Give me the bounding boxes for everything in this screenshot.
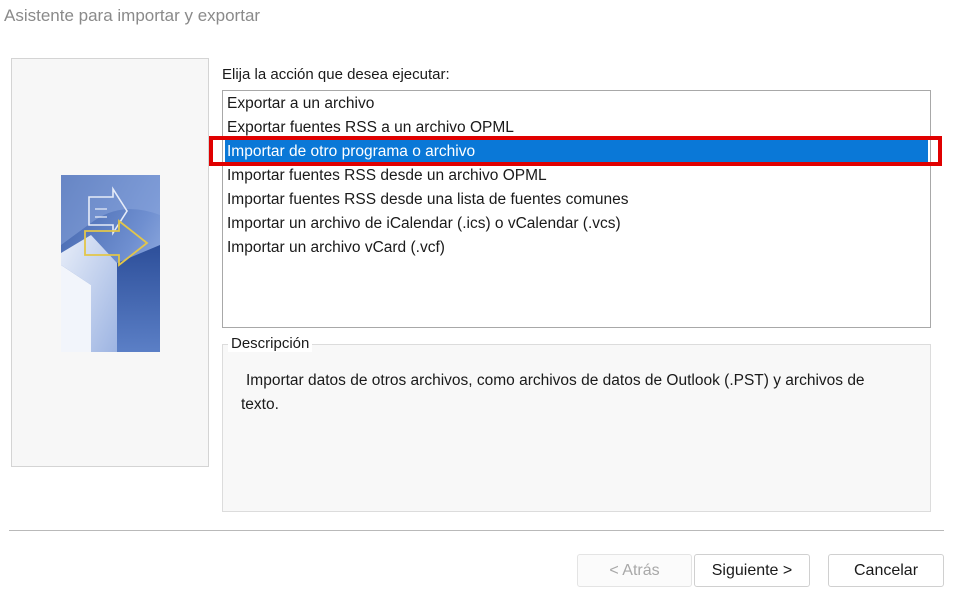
next-button[interactable]: Siguiente > xyxy=(694,554,810,587)
import-export-wizard-dialog: Asistente para importar y exportar Elija… xyxy=(0,0,954,593)
back-button[interactable]: < Atrás xyxy=(577,554,692,587)
action-listbox[interactable]: Exportar a un archivo Exportar fuentes R… xyxy=(222,90,931,328)
description-text: Importar datos de otros archivos, como a… xyxy=(241,372,865,413)
description-legend: Descripción xyxy=(228,335,313,352)
list-item-import-rss-common-list[interactable]: Importar fuentes RSS desde una lista de … xyxy=(225,188,928,211)
title-bar: Asistente para importar y exportar xyxy=(0,0,954,34)
list-item-import-vcard[interactable]: Importar un archivo vCard (.vcf) xyxy=(225,236,928,259)
list-item-import-rss-opml[interactable]: Importar fuentes RSS desde un archivo OP… xyxy=(225,164,928,187)
wizard-side-panel xyxy=(11,58,209,467)
list-item-import-icalendar[interactable]: Importar un archivo de iCalendar (.ics) … xyxy=(225,212,928,235)
list-item-export-to-file[interactable]: Exportar a un archivo xyxy=(225,92,928,115)
footer-separator xyxy=(9,530,944,531)
action-prompt-label: Elija la acción que desea ejecutar: xyxy=(222,66,450,83)
list-item-export-rss-opml[interactable]: Exportar fuentes RSS a un archivo OPML xyxy=(225,116,928,139)
cancel-button[interactable]: Cancelar xyxy=(828,554,944,587)
list-item-import-from-program-or-file[interactable]: Importar de otro programa o archivo xyxy=(225,140,928,163)
import-export-arrows-icon xyxy=(61,175,160,352)
window-title: Asistente para importar y exportar xyxy=(4,6,261,25)
